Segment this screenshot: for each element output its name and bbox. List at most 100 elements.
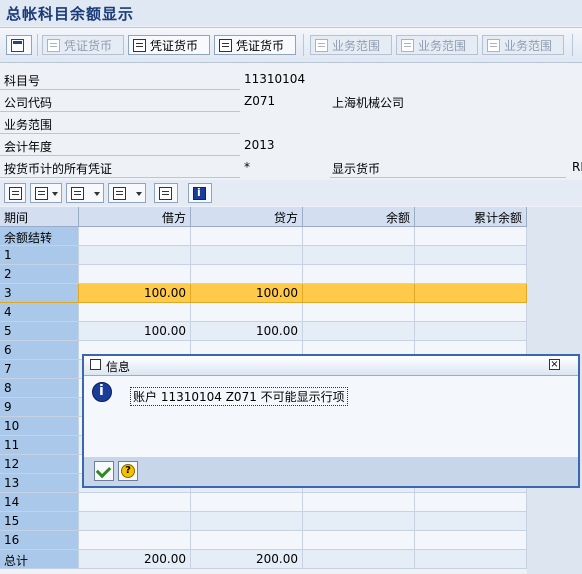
account-value: 11310104 (244, 72, 306, 86)
cell-period[interactable]: 5 (0, 322, 79, 341)
cell-balance[interactable] (303, 550, 415, 569)
table-row[interactable]: 3 100.00 100.00 (0, 284, 527, 303)
table-row[interactable]: 1 (0, 246, 527, 265)
cell-balance[interactable] (303, 322, 415, 341)
cell-period[interactable]: 14 (0, 493, 79, 512)
cell-credit[interactable]: 100.00 (191, 322, 303, 341)
info-button[interactable] (188, 183, 212, 203)
cell-balance[interactable] (303, 303, 415, 322)
cell-credit[interactable] (191, 493, 303, 512)
cell-debit[interactable] (79, 531, 191, 550)
business-area-button-2[interactable]: 业务范围 (396, 35, 478, 55)
cell-period[interactable]: 2 (0, 265, 79, 284)
cell-cumulative[interactable] (415, 284, 527, 303)
cell-balance[interactable] (303, 265, 415, 284)
table-row[interactable]: 16 (0, 531, 527, 550)
header-cumulative[interactable]: 累计余额 (415, 207, 527, 226)
cell-cumulative[interactable] (415, 512, 527, 531)
chart-button[interactable] (154, 183, 178, 203)
print-button[interactable] (4, 183, 26, 203)
header-period[interactable]: 期间 (0, 207, 79, 226)
cell-balance[interactable] (303, 284, 415, 303)
business-area-button-1[interactable]: 业务范围 (310, 35, 392, 55)
confirm-button[interactable] (94, 461, 114, 481)
cell-cumulative[interactable] (415, 531, 527, 550)
company-value: Z071 (244, 94, 276, 108)
cell-cumulative[interactable] (415, 227, 527, 246)
table-row[interactable]: 2 (0, 265, 527, 284)
doc-currency-label: 凭证货币 (64, 38, 113, 53)
cell-cumulative[interactable] (415, 303, 527, 322)
cell-credit[interactable] (191, 227, 303, 246)
header-credit[interactable]: 贷方 (191, 207, 303, 226)
field-underline (330, 177, 566, 178)
help-button[interactable]: ? (118, 461, 138, 481)
cell-cumulative[interactable] (415, 265, 527, 284)
doc-currency-button-2[interactable]: 凭证货币 (128, 35, 210, 55)
cell-period[interactable]: 15 (0, 512, 79, 531)
cell-balance[interactable] (303, 512, 415, 531)
table-row[interactable]: 4 (0, 303, 527, 322)
cell-period[interactable]: 7 (0, 360, 79, 379)
view-icon (35, 187, 48, 200)
cell-period[interactable]: 余额结转 (0, 227, 79, 246)
close-icon[interactable]: × (549, 359, 560, 370)
cell-debit[interactable] (79, 512, 191, 531)
cell-balance[interactable] (303, 493, 415, 512)
cell-credit[interactable] (191, 531, 303, 550)
cell-debit[interactable] (79, 227, 191, 246)
cell-period[interactable]: 13 (0, 474, 79, 493)
cell-period[interactable]: 总计 (0, 550, 79, 569)
export-menu-button[interactable] (66, 183, 104, 203)
cell-cumulative[interactable] (415, 322, 527, 341)
cell-credit[interactable]: 100.00 (191, 284, 303, 303)
business-area-button-3[interactable]: 业务范围 (482, 35, 564, 55)
cell-period[interactable]: 6 (0, 341, 79, 360)
cell-period[interactable]: 10 (0, 417, 79, 436)
cell-credit[interactable] (191, 246, 303, 265)
cell-period[interactable]: 3 (0, 284, 79, 303)
cell-debit[interactable] (79, 265, 191, 284)
header-debit[interactable]: 借方 (79, 207, 191, 226)
cell-debit[interactable]: 200.00 (79, 550, 191, 569)
cell-credit[interactable] (191, 265, 303, 284)
document-icon (47, 38, 60, 52)
layout-menu-button[interactable] (108, 183, 146, 203)
cell-period[interactable]: 16 (0, 531, 79, 550)
toolbar-separator (303, 34, 304, 56)
cell-period[interactable]: 12 (0, 455, 79, 474)
cell-period[interactable]: 8 (0, 379, 79, 398)
cell-balance[interactable] (303, 531, 415, 550)
cell-debit[interactable]: 100.00 (79, 322, 191, 341)
cell-balance[interactable] (303, 227, 415, 246)
view-menu-button[interactable] (30, 183, 62, 203)
info-dialog: 信息 × 账户 11310104 Z071 不可能显示行项 ? (82, 354, 580, 488)
fiscal-year-label: 会计年度 (4, 140, 53, 154)
hierarchy-button[interactable] (6, 35, 32, 55)
doc-currency-label: 凭证货币 (236, 38, 285, 53)
cell-period[interactable]: 1 (0, 246, 79, 265)
doc-currency-button-3[interactable]: 凭证货币 (214, 35, 296, 55)
chart-icon (159, 187, 172, 200)
cell-debit[interactable] (79, 246, 191, 265)
cell-balance[interactable] (303, 246, 415, 265)
cell-credit[interactable]: 200.00 (191, 550, 303, 569)
cell-period[interactable]: 4 (0, 303, 79, 322)
cell-period[interactable]: 9 (0, 398, 79, 417)
table-row[interactable]: 14 (0, 493, 527, 512)
cell-credit[interactable] (191, 512, 303, 531)
cell-debit[interactable] (79, 303, 191, 322)
table-row[interactable]: 总计 200.00 200.00 (0, 550, 527, 569)
table-row[interactable]: 5 100.00 100.00 (0, 322, 527, 341)
cell-debit[interactable] (79, 493, 191, 512)
cell-cumulative[interactable] (415, 550, 527, 569)
cell-period[interactable]: 11 (0, 436, 79, 455)
cell-debit[interactable]: 100.00 (79, 284, 191, 303)
cell-cumulative[interactable] (415, 493, 527, 512)
cell-credit[interactable] (191, 303, 303, 322)
cell-cumulative[interactable] (415, 246, 527, 265)
doc-currency-button-1[interactable]: 凭证货币 (42, 35, 124, 55)
header-balance[interactable]: 余额 (303, 207, 415, 226)
table-row[interactable]: 余额结转 (0, 227, 527, 246)
table-row[interactable]: 15 (0, 512, 527, 531)
